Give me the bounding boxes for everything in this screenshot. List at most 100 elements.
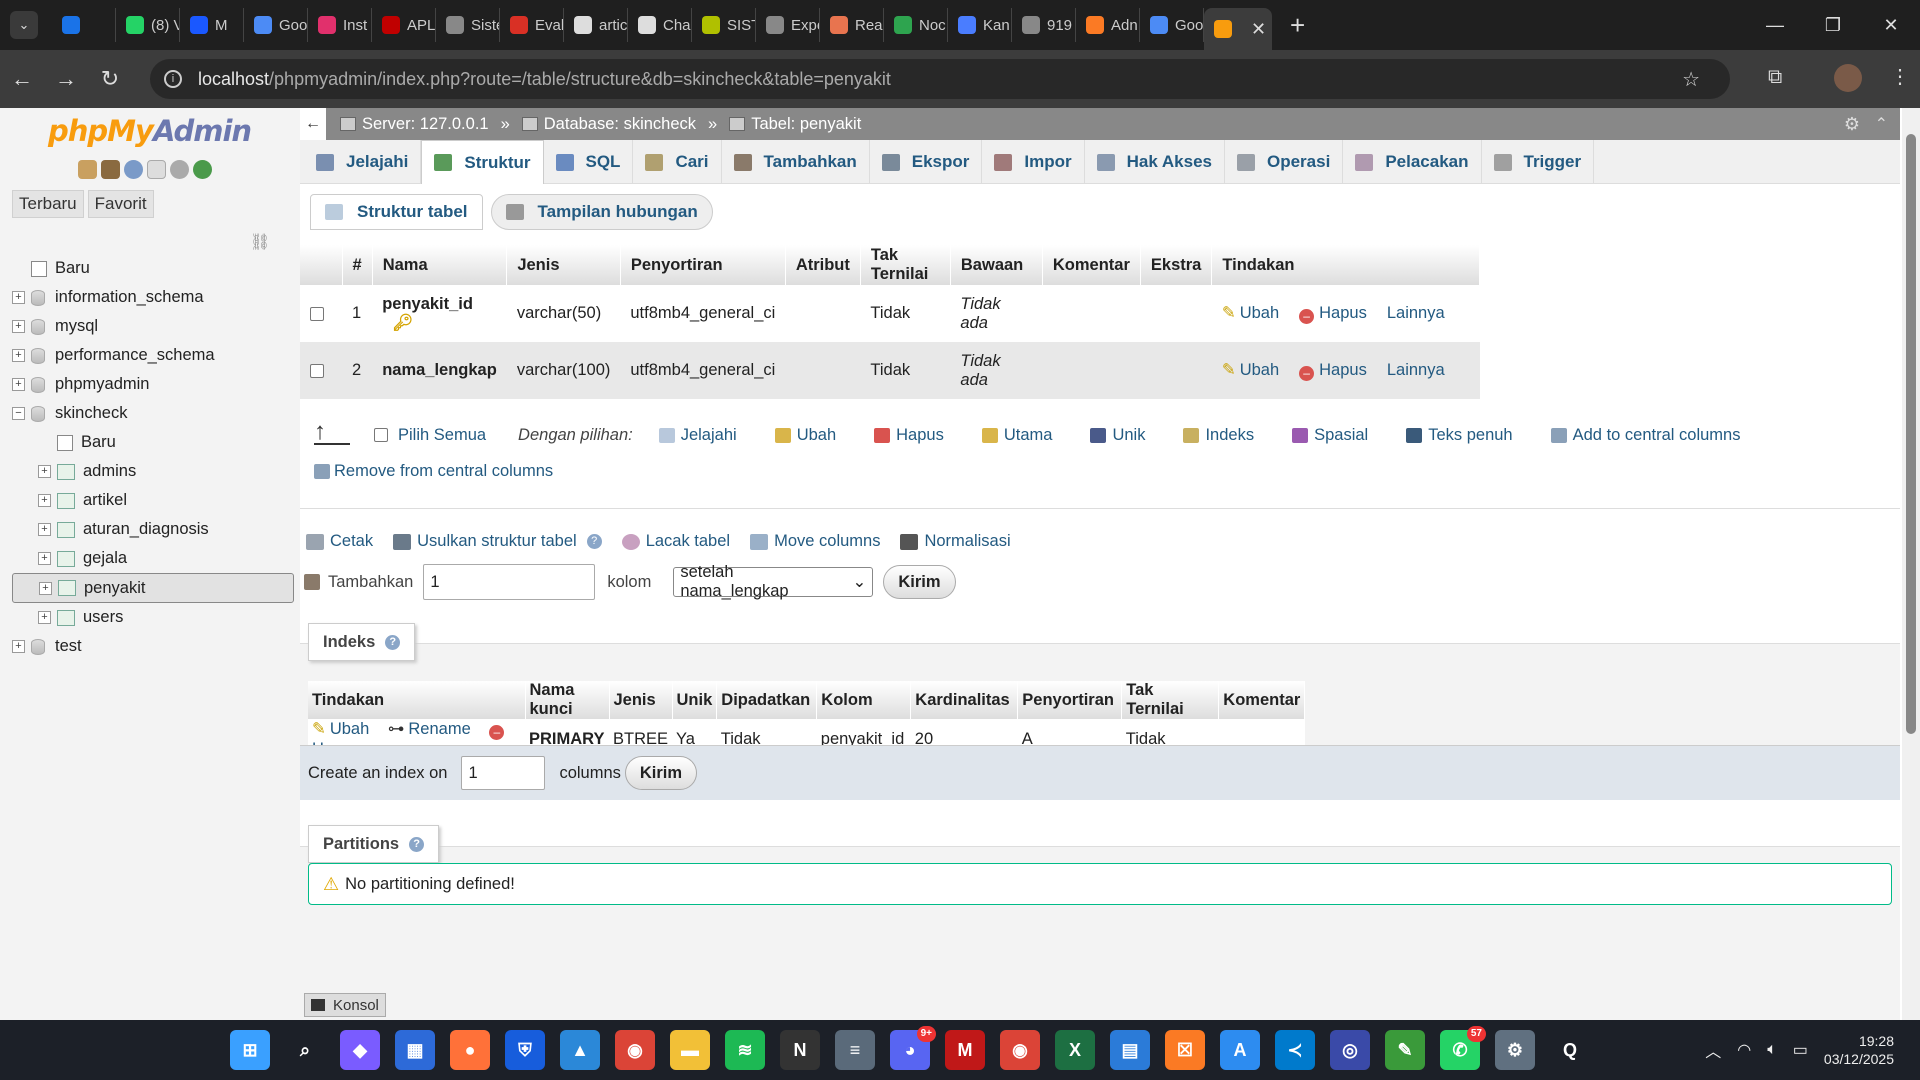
bulk-teks-penuh-button[interactable]: Teks penuh [1406,426,1513,445]
app-icon[interactable]: ◎ [1330,1030,1370,1070]
copilot-icon[interactable]: ◆ [340,1030,380,1070]
clock[interactable]: 19:28 03/12/2025 [1824,1032,1894,1068]
more-actions-link[interactable]: Lainnya [1387,304,1445,322]
chevron-up-icon[interactable]: ︿ [1705,1038,1721,1062]
tab-tambahkan[interactable]: Tambahkan [722,140,870,184]
notion-icon[interactable]: N [780,1030,820,1070]
create-index-submit-button[interactable]: Kirim [624,756,698,790]
expand-icon[interactable]: + [12,291,25,304]
breadcrumb-server[interactable]: Server: 127.0.0.1 [362,115,489,134]
edit-column-link[interactable]: ✎ Ubah [1222,304,1279,322]
add-columns-submit-button[interactable]: Kirim [883,565,956,599]
row-checkbox[interactable] [310,306,324,321]
tree-item-label[interactable]: Baru [81,433,116,452]
normalize-link[interactable]: Normalisasi [900,532,1011,551]
collapse-icon[interactable]: − [12,407,25,420]
extensions-icon[interactable]: ⧉ [1768,66,1782,89]
browser-tab[interactable]: Goo [1140,8,1204,42]
expand-icon[interactable]: + [38,494,51,507]
chrome-icon[interactable]: ◉ [1000,1030,1040,1070]
browser-tab[interactable]: Cha [628,8,692,42]
phpmyadmin-logo[interactable]: phpMyAdmin [48,114,252,148]
collapse-top-icon[interactable]: ⌃ [1875,114,1888,134]
tab-cari[interactable]: Cari [633,140,722,184]
tab-operasi[interactable]: Operasi [1225,140,1344,184]
xampp-icon[interactable]: ☒ [1165,1030,1205,1070]
minimize-button[interactable]: — [1746,15,1804,36]
breadcrumb-table[interactable]: Tabel: penyakit [751,115,861,134]
tree-item-label[interactable]: mysql [55,317,98,336]
profile-avatar[interactable] [1834,64,1862,92]
maximize-button[interactable]: ❐ [1804,15,1862,36]
browser-tab[interactable]: Expe [756,8,820,42]
select-all-checkbox[interactable] [374,428,388,442]
help-icon[interactable]: ? [586,534,602,549]
vscode-icon[interactable]: ≺ [1275,1030,1315,1070]
browser-tab[interactable]: Noc [884,8,948,42]
tree-item-gejala[interactable]: + gejala [12,544,294,573]
tree-item-Baru[interactable]: Baru [12,428,294,457]
index-edit-link[interactable]: ✎ Ubah [312,720,369,738]
expand-icon[interactable]: + [39,581,52,595]
tree-item-label[interactable]: artikel [83,491,127,510]
site-info-icon[interactable]: i [164,70,182,88]
store-icon[interactable]: ▦ [395,1030,435,1070]
spotify-icon[interactable]: ≋ [725,1030,765,1070]
delete-column-link[interactable]: – Hapus [1299,361,1367,381]
tab-table-structure[interactable]: Struktur tabel [310,194,483,230]
tree-item-performance_schema[interactable]: + performance_schema [12,341,294,370]
wifi-icon[interactable]: ◠ [1737,1040,1751,1060]
tree-item-artikel[interactable]: + artikel [12,486,294,515]
browser-tab[interactable]: APL [372,8,436,42]
tab-hak-akses[interactable]: Hak Akses [1085,140,1225,184]
tree-item-label[interactable]: aturan_diagnosis [83,520,209,539]
help-icon[interactable] [124,160,143,179]
console-toggle[interactable]: Konsol [304,993,386,1017]
close-window-button[interactable]: ✕ [1862,15,1920,36]
tab-search-button[interactable]: ⌄ [10,11,38,39]
bulk-hapus-button[interactable]: Hapus [874,426,944,445]
docs-icon[interactable] [147,160,166,179]
reload-nav-icon[interactable] [193,160,212,179]
bitwarden-icon[interactable]: ⛨ [505,1030,545,1070]
tab-trigger[interactable]: Trigger [1482,140,1595,184]
tree-item-mysql[interactable]: + mysql [12,312,294,341]
propose-structure-link[interactable]: Usulkan struktur tabel? [393,532,602,551]
tree-item-admins[interactable]: + admins [12,457,294,486]
firefox-icon[interactable]: ● [450,1030,490,1070]
bulk-jelajahi-button[interactable]: Jelajahi [658,426,737,445]
browser-tab-active[interactable]: ✕ [1204,8,1272,50]
column-position-select[interactable]: setelah nama_lengkap ⌄ [673,563,874,600]
breadcrumb-database[interactable]: Database: skincheck [544,115,696,134]
expand-icon[interactable]: + [38,465,51,478]
db-icon[interactable]: ≡ [835,1030,875,1070]
tree-item-label[interactable]: gejala [83,549,127,568]
whatsapp-icon[interactable]: ✆ 57 [1440,1026,1486,1070]
cheatsheet-icon[interactable]: ✎ [1385,1030,1425,1070]
tree-item-label[interactable]: admins [83,462,136,481]
tree-item-label[interactable]: penyakit [84,579,145,598]
track-table-link[interactable]: Lacak tabel [621,532,730,551]
tab-jelajahi[interactable]: Jelajahi [304,140,422,184]
tree-item-label[interactable]: phpmyadmin [55,375,149,394]
browser-tab[interactable]: Inst [308,8,372,42]
tree-item-label[interactable]: performance_schema [55,346,215,365]
tree-item-phpmyadmin[interactable]: + phpmyadmin [12,370,294,399]
row-checkbox[interactable] [310,363,324,378]
tree-item-label[interactable]: users [83,608,123,627]
link-with-main-icon[interactable]: ⛓ [250,232,270,252]
tree-item-label[interactable]: Baru [55,259,90,278]
chrome-icon[interactable]: ◉ [615,1030,655,1070]
url-input[interactable]: i localhost/phpmyadmin/index.php?route=/… [150,59,1730,99]
favorites-tab[interactable]: Favorit [87,190,154,218]
bulk-unik-button[interactable]: Unik [1090,426,1145,445]
notepad-icon[interactable]: ▤ [1110,1030,1150,1070]
edit-column-link[interactable]: ✎ Ubah [1222,361,1279,379]
tree-item-label[interactable]: test [55,637,82,656]
tab-ekspor[interactable]: Ekspor [870,140,983,184]
tree-item-test[interactable]: + test [12,632,294,661]
tree-item-penyakit[interactable]: + penyakit [12,573,294,603]
page-scrollbar[interactable] [1902,108,1920,1020]
battery-icon[interactable]: ▭ [1793,1040,1808,1060]
tree-item-label[interactable]: skincheck [55,404,127,423]
